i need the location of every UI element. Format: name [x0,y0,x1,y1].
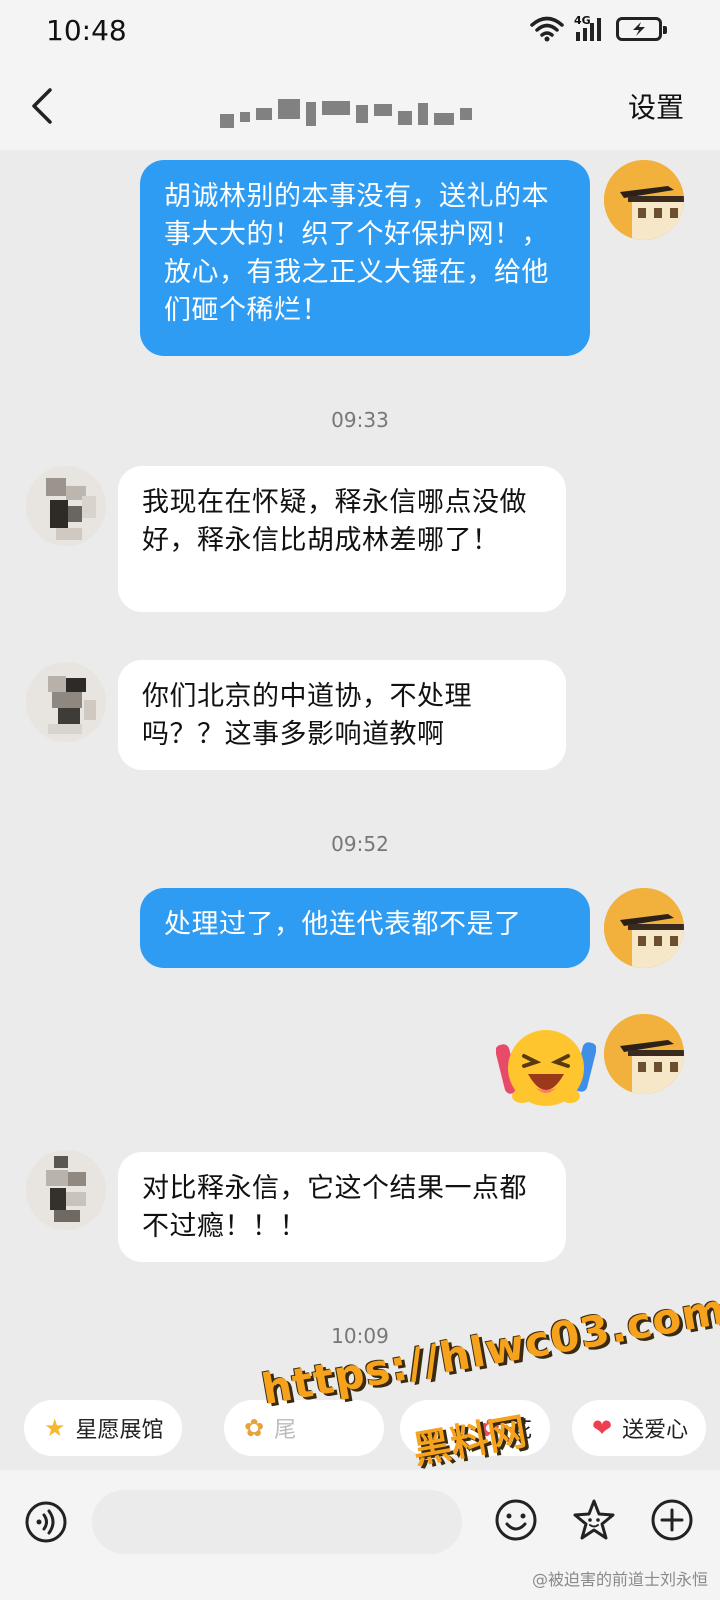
message-bubble-self[interactable]: 胡诚林别的本事没有，送礼的本事大大的！织了个好保护网！，放心，有我之正义大锤在，… [140,160,590,356]
status-bar: 10:48 4G [0,0,720,66]
self-avatar[interactable] [604,888,684,968]
emoji-icon[interactable] [494,1498,538,1542]
flower-icon: ✿ [244,1414,265,1442]
message-text: 我现在在怀疑，释永信哪点没做好，释永信比胡成林差哪了！ [142,487,527,556]
chat-header: 设置 [0,66,720,150]
timestamp: 09:52 [331,832,389,856]
laughing-emoji-icon[interactable] [495,1016,597,1116]
chip-star-gallery[interactable]: ★ 星愿展馆 [24,1400,182,1456]
status-icons: 4G [530,14,667,42]
heart-icon: ❤ [592,1414,613,1442]
voice-icon[interactable] [24,1500,68,1544]
contact-avatar[interactable] [26,662,106,742]
self-avatar[interactable] [604,160,684,240]
message-bubble-other[interactable]: 我现在在怀疑，释永信哪点没做好，释永信比胡成林差哪了！ [118,466,566,612]
settings-button[interactable]: 设置 [628,86,684,126]
weibo-credit-watermark: @被迫害的前道士刘永恒 [531,1570,708,1589]
message-input[interactable] [92,1490,462,1554]
chip-send-love[interactable]: ❤ 送爱心 [572,1400,707,1456]
chip-label: 尾 [274,1418,297,1443]
self-avatar[interactable] [604,1014,684,1094]
chat-messages: 胡诚林别的本事没有，送礼的本事大大的！织了个好保护网！，放心，有我之正义大锤在，… [0,150,720,1410]
message-text: 胡诚林别的本事没有，送礼的本事大大的！织了个好保护网！，放心，有我之正义大锤在，… [164,181,549,326]
plus-icon[interactable] [650,1498,694,1542]
contact-avatar[interactable] [26,1150,106,1230]
star-icon: ★ [44,1414,66,1442]
quick-action-chips: ★ 星愿展馆 ✿ 尾 ✿ 花 ❤ 送爱心 [0,1400,720,1456]
message-bubble-other[interactable]: 你们北京的中道协，不处理吗？？这事多影响道教啊 [118,660,566,770]
input-bar: @被迫害的前道士刘永恒 [0,1470,720,1600]
back-icon[interactable] [22,84,66,128]
message-text: 处理过了，他连代表都不是了 [164,909,522,940]
chip-flower[interactable]: ✿ 尾 [224,1400,384,1456]
contact-avatar[interactable] [26,466,106,546]
battery-charging-icon [616,17,667,41]
signal-icon: 4G [574,14,606,42]
network-type: 4G [574,14,591,27]
message-text: 你们北京的中道协，不处理吗？？这事多影响道教啊 [142,681,472,750]
chip-label: 送爱心 [622,1418,689,1443]
status-time: 10:48 [46,14,127,47]
wifi-icon [530,16,564,42]
message-text: 对比释永信，它这个结果一点都不过瘾！！！ [142,1173,527,1242]
contact-name-redacted [220,96,500,132]
chip-label: 星愿展馆 [75,1418,164,1443]
message-bubble-other[interactable]: 对比释永信，它这个结果一点都不过瘾！！！ [118,1152,566,1262]
sticker-star-icon[interactable] [572,1498,616,1542]
message-bubble-self[interactable]: 处理过了，他连代表都不是了 [140,888,590,968]
timestamp: 09:33 [331,408,389,432]
